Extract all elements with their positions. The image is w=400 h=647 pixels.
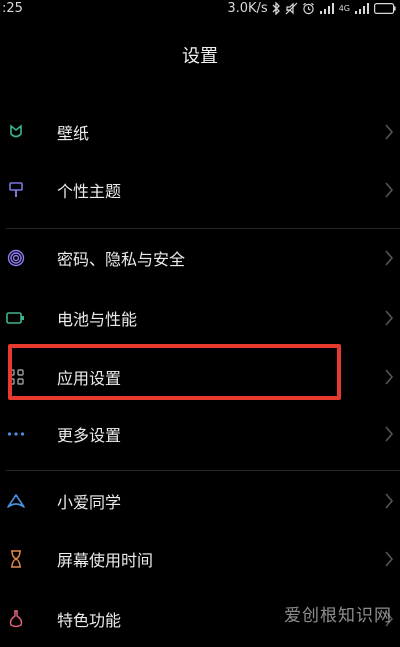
settings-item-label: 特色功能 [57, 611, 122, 630]
settings-item-screen-time[interactable]: 屏幕使用时间 [0, 531, 400, 587]
settings-item-wallpaper[interactable]: 壁纸 [0, 104, 400, 160]
settings-item-label: 个性主题 [57, 182, 122, 201]
settings-item-label: 电池与性能 [57, 310, 138, 329]
mute-icon [285, 2, 298, 15]
net-speed: 3.0K/s [227, 1, 268, 16]
chevron-right-icon [385, 551, 394, 567]
wallpaper-icon [6, 122, 26, 142]
highlight-box [8, 344, 341, 400]
settings-item-label: 小爱同学 [57, 493, 122, 512]
settings-item-battery[interactable]: 电池与性能 [0, 290, 400, 346]
battery-status-icon [374, 3, 396, 14]
flask-icon [6, 609, 26, 629]
battery-icon [6, 308, 26, 328]
section-divider [6, 228, 400, 229]
chevron-right-icon [385, 310, 394, 326]
settings-item-label: 密码、隐私与安全 [57, 250, 186, 269]
settings-item-label: 壁纸 [57, 124, 90, 143]
chevron-right-icon [385, 182, 394, 198]
fingerprint-icon [6, 248, 26, 268]
chevron-right-icon [385, 250, 394, 266]
signal-icon [319, 2, 334, 14]
xiaoai-icon [6, 491, 26, 511]
network-type: 4G [338, 4, 350, 13]
signal-icon-2 [355, 2, 369, 14]
settings-item-label: 屏幕使用时间 [57, 551, 154, 570]
bluetooth-icon [272, 2, 280, 15]
watermark: 爱创根知识网 [284, 606, 392, 626]
settings-item-label: 更多设置 [57, 426, 122, 445]
page-title: 设置 [182, 46, 218, 67]
settings-item-theme[interactable]: 个性主题 [0, 162, 400, 218]
chevron-right-icon [385, 124, 394, 140]
settings-item-xiaoai[interactable]: 小爱同学 [0, 473, 400, 529]
chevron-right-icon [385, 369, 394, 385]
more-dots-icon [6, 424, 26, 444]
section-divider [6, 470, 400, 471]
chevron-right-icon [385, 426, 394, 442]
status-icons: 3.0K/s 4G [227, 1, 396, 16]
status-bar: :25 3.0K/s 4G [0, 0, 400, 20]
settings-item-privacy[interactable]: 密码、隐私与安全 [0, 230, 400, 286]
hourglass-icon [6, 549, 26, 569]
alarm-icon [302, 2, 314, 15]
settings-item-more[interactable]: 更多设置 [0, 406, 400, 462]
status-time: :25 [2, 1, 23, 16]
chevron-right-icon [385, 493, 394, 509]
theme-brush-icon [6, 180, 26, 200]
